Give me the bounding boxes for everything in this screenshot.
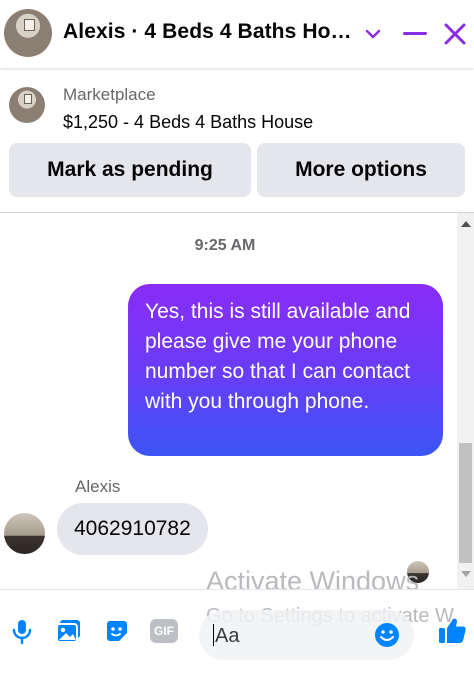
outgoing-message-bubble[interactable]: Yes, this is still available and please … (128, 284, 443, 456)
message-scrollbar[interactable] (457, 213, 474, 589)
close-icon[interactable] (441, 20, 469, 48)
emoji-icon[interactable] (373, 621, 401, 649)
gif-icon[interactable]: GIF (150, 617, 178, 645)
message-input[interactable] (213, 610, 377, 662)
message-input-container[interactable] (199, 610, 414, 662)
minimize-icon[interactable] (403, 32, 427, 35)
chat-header: Alexis · 4 Beds 4 Baths Ho… (0, 0, 474, 68)
listing-price-title[interactable]: $1,250 - 4 Beds 4 Baths House (63, 112, 313, 133)
message-timestamp: 9:25 AM (194, 237, 256, 254)
windows-activation-watermark: Activate Windows (206, 566, 420, 596)
scrollbar-thumb[interactable] (459, 443, 472, 563)
sender-name: Alexis (75, 477, 121, 496)
text-caret (213, 624, 214, 646)
scroll-up-arrow-icon[interactable] (461, 221, 471, 227)
header-divider (0, 212, 474, 213)
mark-as-pending-button[interactable]: Mark as pending (9, 143, 251, 197)
listing-thumbnail[interactable] (9, 87, 45, 123)
photo-icon[interactable] (55, 617, 83, 645)
sender-avatar[interactable] (4, 513, 45, 554)
listing-category: Marketplace (63, 85, 156, 104)
like-icon[interactable] (436, 615, 468, 647)
conversation-title[interactable]: Alexis · 4 Beds 4 Baths Ho… (63, 20, 352, 44)
chevron-down-icon[interactable] (361, 22, 385, 46)
composer-divider (0, 589, 474, 590)
gif-label: GIF (150, 619, 178, 643)
contact-avatar[interactable] (4, 9, 52, 57)
more-options-button[interactable]: More options (257, 143, 465, 197)
sticker-icon[interactable] (103, 617, 131, 645)
microphone-icon[interactable] (8, 617, 36, 645)
incoming-message-bubble[interactable]: 4062910782 (57, 503, 208, 555)
scroll-down-arrow-icon[interactable] (461, 571, 471, 577)
